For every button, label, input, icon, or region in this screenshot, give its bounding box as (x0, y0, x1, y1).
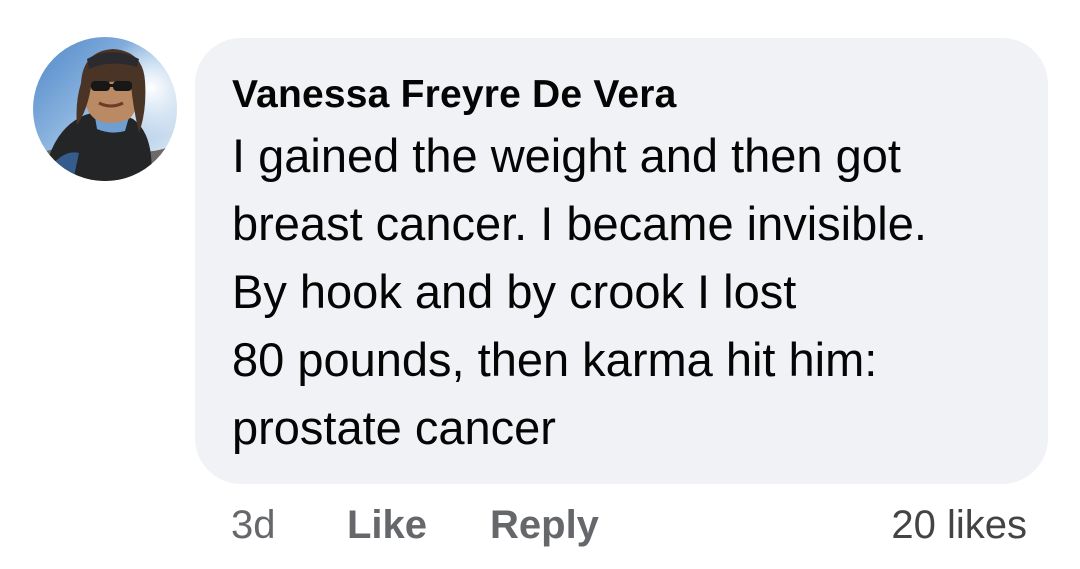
comment-text-line: prostate cancer (232, 401, 556, 454)
comment-text: I gained the weight and then got breast … (232, 122, 1028, 462)
timestamp[interactable]: 3d (231, 500, 276, 550)
comment: Vanessa Freyre De Vera I gained the weig… (0, 0, 1080, 569)
author-name[interactable]: Vanessa Freyre De Vera (232, 72, 1028, 118)
avatar[interactable] (33, 37, 177, 181)
like-button[interactable]: Like (347, 500, 427, 550)
comment-text-line: By hook and by crook I lost (232, 265, 797, 318)
reply-button[interactable]: Reply (490, 500, 599, 550)
comment-text-line: breast cancer. I became invisible. (232, 197, 927, 250)
avatar-photo (33, 37, 177, 181)
likes-count[interactable]: 20 likes (891, 500, 1027, 550)
comment-actions: 3d Like Reply 20 likes (231, 500, 1031, 550)
comment-bubble: Vanessa Freyre De Vera I gained the weig… (195, 38, 1048, 484)
comment-text-line: I gained the weight and then got (232, 129, 901, 182)
comment-text-line: 80 pounds, then karma hit him: (232, 333, 878, 386)
